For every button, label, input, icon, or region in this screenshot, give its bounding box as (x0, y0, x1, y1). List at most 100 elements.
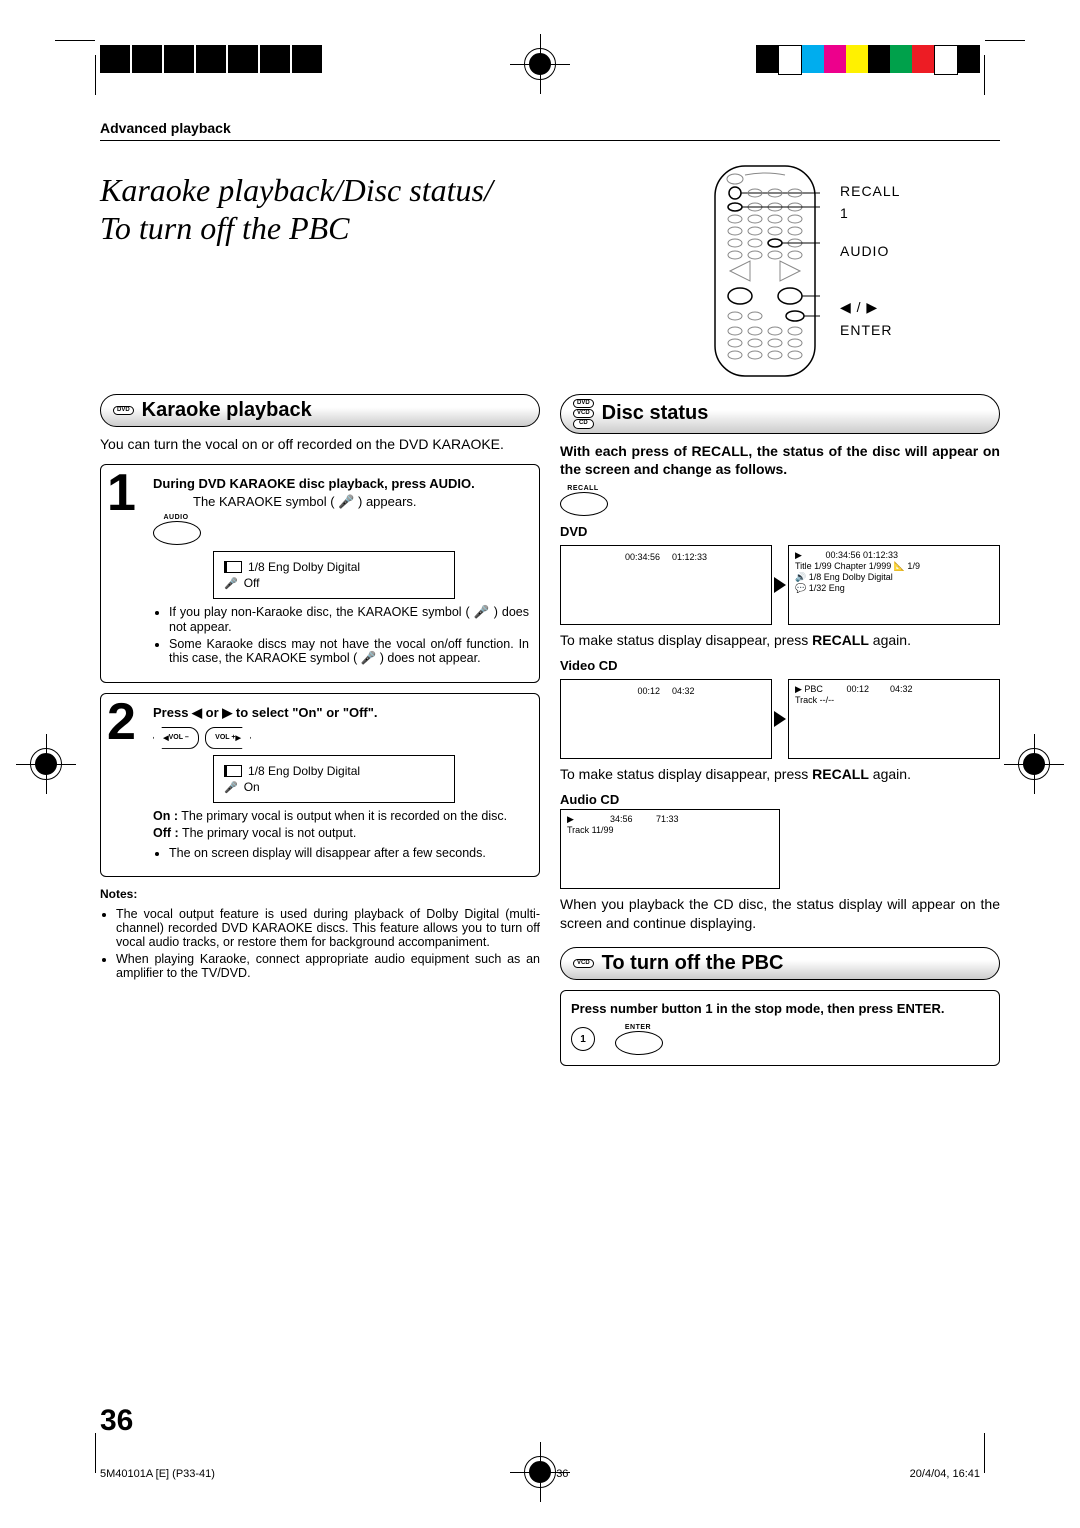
note-item: The on screen display will disappear aft… (169, 846, 529, 860)
osd-text: On (244, 780, 260, 794)
status-line: Title 1/99 Chapter 1/999 📐 1/9 (795, 561, 920, 572)
section-header-pbc: VCD To turn off the PBC (560, 947, 1000, 980)
registration-mark-bottom (524, 1456, 556, 1488)
step-number: 1 (107, 473, 136, 515)
mic-icon (224, 576, 238, 590)
osd-text: 1/8 Eng Dolby Digital (248, 560, 360, 574)
step-number: 2 (107, 702, 136, 744)
registration-mark-left (30, 748, 62, 780)
speaker-icon (224, 765, 242, 777)
status-screen: 00:12 04:32 (560, 679, 772, 759)
step-1-box: 1 During DVD KARAOKE disc playback, pres… (100, 464, 540, 683)
section-title: Karaoke playback (142, 399, 312, 422)
status-line: ▶ PBC (795, 684, 823, 695)
button-label: RECALL (560, 485, 606, 492)
button-label: AUDIO (153, 514, 199, 521)
intro-text: With each press of RECALL, the status of… (560, 442, 1000, 480)
dvd-note: To make status display disappear, press … (560, 631, 1000, 650)
disc-badge: VCD (573, 409, 594, 418)
status-line: 🔊 1/8 Eng Dolby Digital (795, 572, 893, 583)
mic-icon (224, 780, 238, 794)
step-heading: Press ◀ or ▶ to select "On" or "Off". (153, 705, 529, 721)
note-item: Some Karaoke discs may not have the voca… (169, 637, 529, 666)
enter-button-icon (615, 1031, 663, 1055)
notes-heading: Notes: (100, 887, 540, 901)
disc-badge: VCD (573, 959, 594, 968)
osd-text: Off (244, 576, 260, 590)
step-notes: The on screen display will disappear aft… (153, 846, 529, 860)
crop-mark (985, 40, 1025, 41)
time: 71:33 (656, 814, 679, 825)
speaker-icon (224, 561, 242, 573)
off-desc: The primary vocal is not output. (182, 826, 356, 840)
osd-display: 1/8 Eng Dolby Digital On (213, 755, 455, 803)
callout-audio: AUDIO (840, 243, 900, 259)
button-label: ENTER (615, 1024, 661, 1031)
status-screen: ▶ PBC 00:12 04:32 Track --/-- (788, 679, 1000, 759)
number-1-button-icon: 1 (571, 1027, 595, 1051)
disc-badge: DVD (113, 406, 134, 415)
vol-minus-icon: ◀ VOL – (153, 727, 199, 749)
subheading-vcd: Video CD (560, 658, 1000, 673)
dvd-status-pair: 00:34:56 01:12:33 ▶ 00:34:56 01:12:33 Ti… (560, 545, 1000, 625)
status-line: Track 11/99 (567, 825, 614, 835)
step-notes: If you play non-Karaoke disc, the KARAOK… (153, 605, 529, 666)
section-header-karaoke: DVD Karaoke playback (100, 394, 540, 427)
footer-left: 5M40101A [E] (P33-41) (100, 1468, 215, 1480)
status-line: Track --/-- (795, 695, 834, 705)
remote-illustration (710, 161, 820, 381)
note-item: The vocal output feature is used during … (116, 907, 540, 949)
color-calibration-bar (756, 45, 980, 75)
arrow-icon (774, 577, 786, 593)
page-title: Karaoke playback/Disc status/ To turn of… (100, 171, 690, 248)
vol-plus-icon: VOL + ▶ (205, 727, 251, 749)
status-screen: 00:34:56 01:12:33 (560, 545, 772, 625)
pbc-step-box: Press number button 1 in the stop mode, … (560, 990, 1000, 1066)
crop-mark (984, 55, 985, 95)
status-screen: ▶ 34:56 71:33 Track 11/99 (560, 809, 780, 889)
karaoke-section: DVD Karaoke playback You can turn the vo… (100, 394, 540, 1076)
callout-recall: RECALL (840, 183, 900, 199)
subheading-dvd: DVD (560, 524, 1000, 539)
crop-mark (984, 1433, 985, 1473)
recall-button-icon (560, 492, 608, 516)
disc-status-section: DVD VCD CD Disc status With each press o… (560, 394, 1000, 1076)
disc-badge: CD (573, 419, 594, 428)
section-title: Disc status (602, 402, 709, 425)
vcd-status-pair: 00:12 04:32 ▶ PBC 00:12 04:32 Track --/-… (560, 679, 1000, 759)
btn-text: VOL + (215, 734, 235, 741)
time: 00:34:56 01:12:33 (825, 550, 898, 561)
time: 04:32 (672, 686, 695, 696)
step-heading: During DVD KARAOKE disc playback, press … (153, 476, 529, 491)
divider (100, 140, 1000, 141)
status-line: 💬 1/32 Eng (795, 583, 845, 594)
status-screen: ▶ 00:34:56 01:12:33 Title 1/99 Chapter 1… (788, 545, 1000, 625)
manual-page: Advanced playback Karaoke playback/Disc … (0, 0, 1080, 1528)
step-2-box: 2 Press ◀ or ▶ to select "On" or "Off". … (100, 693, 540, 877)
time: 34:56 (610, 814, 633, 825)
disc-badge: DVD (573, 399, 594, 408)
section-header-disc-status: DVD VCD CD Disc status (560, 394, 1000, 434)
crop-mark (95, 55, 96, 95)
remote-callouts: RECALL 1 AUDIO ◀ / ▶ ENTER (840, 161, 900, 344)
note-item: When playing Karaoke, connect appropriat… (116, 952, 540, 980)
note-item: If you play non-Karaoke disc, the KARAOK… (169, 605, 529, 634)
play-icon: ▶ (795, 550, 802, 561)
title-line: To turn off the PBC (100, 210, 350, 246)
callout-1: 1 (840, 205, 900, 221)
acd-note: When you playback the CD disc, the statu… (560, 895, 1000, 933)
subheading-acd: Audio CD (560, 792, 1000, 807)
crop-mark (55, 40, 95, 41)
step-heading: Press number button 1 in the stop mode, … (571, 1001, 989, 1016)
step-line: The KARAOKE symbol ( 🎤 ) appears. (193, 494, 529, 510)
vcd-note: To make status display disappear, press … (560, 765, 1000, 784)
footer-center: 36 (556, 1468, 568, 1480)
time: 00:34:56 (625, 552, 660, 562)
intro-text: You can turn the vocal on or off recorde… (100, 435, 540, 454)
arrow-icon (774, 711, 786, 727)
footer-right: 20/4/04, 16:41 (910, 1468, 980, 1480)
audio-button-icon (153, 521, 201, 545)
section-label: Advanced playback (100, 120, 1000, 136)
time: 04:32 (890, 684, 913, 695)
section-title: To turn off the PBC (602, 952, 784, 975)
